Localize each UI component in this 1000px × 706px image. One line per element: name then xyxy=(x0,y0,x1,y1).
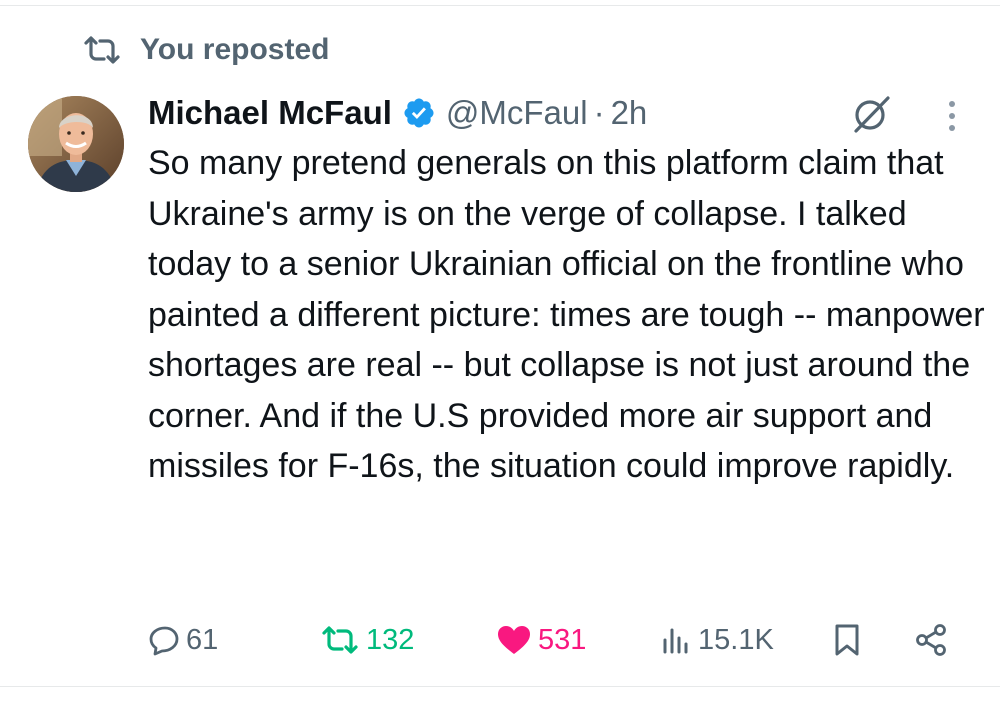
heart-filled-icon xyxy=(498,626,530,654)
repost-icon xyxy=(322,626,358,654)
share-button[interactable] xyxy=(914,616,948,664)
tweet-text: So many pretend generals on this platfor… xyxy=(148,144,985,485)
reply-count: 61 xyxy=(186,623,219,656)
views-button[interactable]: 15.1K xyxy=(660,616,774,664)
repost-label: You reposted xyxy=(140,33,330,66)
reply-icon xyxy=(149,626,179,656)
header-separator: · xyxy=(593,94,605,131)
author-handle[interactable]: @McFaul xyxy=(446,94,588,132)
top-divider xyxy=(0,5,1000,6)
verified-badge-icon[interactable] xyxy=(402,96,436,130)
repost-icon xyxy=(84,36,120,64)
tweet-header: Michael McFaul @McFaul · 2h xyxy=(148,88,647,138)
more-dot-icon xyxy=(949,113,955,119)
grok-icon xyxy=(854,96,890,133)
more-options-button[interactable] xyxy=(938,96,966,136)
bookmark-icon xyxy=(835,624,859,656)
like-count: 531 xyxy=(538,623,587,656)
reply-button[interactable]: 61 xyxy=(148,616,218,664)
repost-button[interactable]: 132 xyxy=(320,616,414,664)
tweet-actions: 61 132 531 15.1K xyxy=(148,616,958,664)
author-name[interactable]: Michael McFaul xyxy=(148,94,392,132)
tweet-timestamp[interactable]: 2h xyxy=(611,94,648,132)
bookmark-button[interactable] xyxy=(832,616,862,664)
repost-count: 132 xyxy=(366,623,415,656)
like-button[interactable]: 531 xyxy=(496,616,586,664)
repost-context[interactable]: You reposted xyxy=(82,30,329,70)
avatar[interactable] xyxy=(28,96,124,192)
share-icon xyxy=(916,624,946,656)
bottom-divider xyxy=(0,686,1000,687)
grok-button[interactable] xyxy=(850,92,894,136)
more-dot-icon xyxy=(949,125,955,131)
more-dot-icon xyxy=(949,101,955,107)
views-count: 15.1K xyxy=(698,623,774,656)
views-chart-icon xyxy=(663,628,688,654)
